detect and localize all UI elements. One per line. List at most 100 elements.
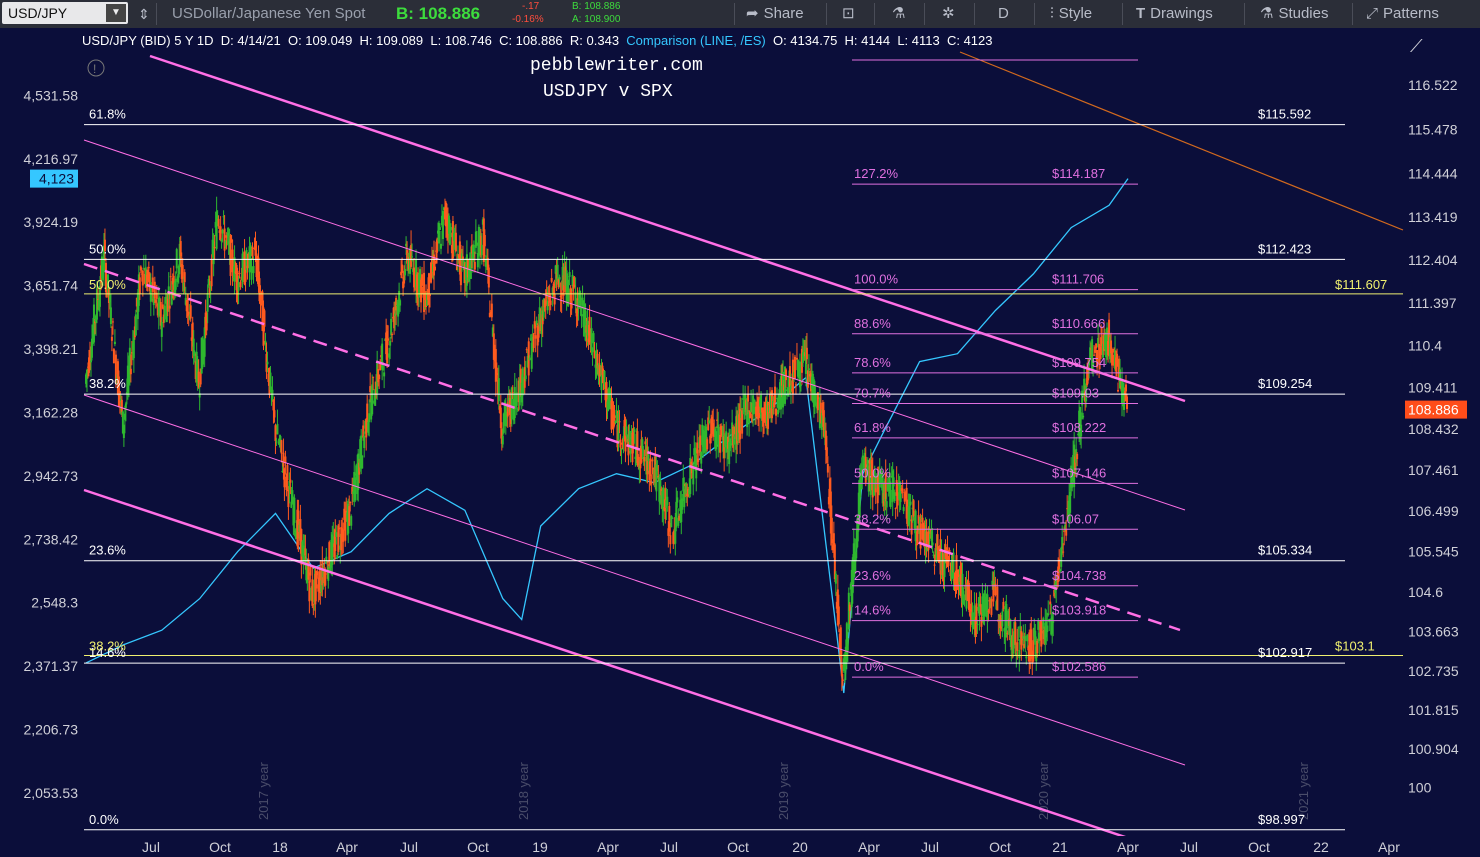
usdjpy-candle-body bbox=[697, 458, 700, 462]
usdjpy-candle-body bbox=[567, 288, 570, 302]
usdjpy-candle-body bbox=[383, 372, 386, 377]
usdjpy-candle-body bbox=[338, 527, 341, 530]
usdjpy-candle-body bbox=[793, 356, 796, 379]
left-axis-tick-label: 4,531.58 bbox=[24, 87, 79, 103]
usdjpy-candle-body bbox=[775, 408, 778, 416]
usdjpy-candle-body bbox=[441, 211, 444, 240]
chevron-down-icon[interactable]: ▼ bbox=[106, 4, 126, 22]
right-axis-tick-label: 101.815 bbox=[1408, 702, 1459, 718]
x-axis-tick-label: Jul bbox=[142, 839, 160, 855]
usdjpy-candle-body bbox=[354, 477, 357, 501]
usdjpy-candle-body bbox=[189, 305, 192, 319]
usdjpy-candle-body bbox=[163, 305, 166, 320]
link-icon[interactable]: ⇕ bbox=[138, 0, 150, 28]
right-axis-tick-label: 115.478 bbox=[1408, 121, 1458, 137]
chart-info-bar: USD/JPY (BID) 5 Y 1D D: 4/14/21 O: 109.0… bbox=[82, 32, 993, 50]
fib-pink-price-label: $102.586 bbox=[1052, 659, 1106, 674]
divider bbox=[924, 3, 925, 25]
x-axis-tick-label: 20 bbox=[792, 839, 808, 855]
usdjpy-candle-body bbox=[805, 347, 808, 360]
usdjpy-candle-body bbox=[111, 321, 114, 323]
usdjpy-candle-body bbox=[1125, 384, 1128, 392]
usdjpy-candle-body bbox=[1116, 353, 1119, 367]
info-open: O: 109.049 bbox=[287, 33, 353, 48]
usdjpy-candle-body bbox=[1052, 621, 1055, 623]
fib-white-price-label: $105.334 bbox=[1258, 543, 1312, 558]
x-axis-tick-label: 19 bbox=[532, 839, 548, 855]
gear-icon[interactable]: ✲ bbox=[942, 0, 955, 28]
usdjpy-candle-body bbox=[132, 337, 135, 359]
fib-pink-price-label: $108.222 bbox=[1052, 420, 1106, 435]
right-axis-tick-label: 116.522 bbox=[1408, 77, 1458, 93]
usdjpy-candle-body bbox=[141, 270, 144, 286]
right-axis-tick-label: 110.4 bbox=[1408, 337, 1442, 353]
usdjpy-candle-body bbox=[841, 679, 844, 681]
usdjpy-candle-body bbox=[885, 501, 888, 508]
usdjpy-candle-body bbox=[368, 413, 371, 423]
share-icon: ➦ bbox=[746, 5, 759, 22]
usdjpy-candle-body bbox=[990, 599, 993, 615]
drawings-button[interactable]: T Drawings bbox=[1136, 0, 1213, 28]
usdjpy-candle-body bbox=[109, 307, 112, 325]
usdjpy-candle-body bbox=[629, 450, 632, 454]
usdjpy-candle-body bbox=[1126, 396, 1129, 409]
usdjpy-candle-body bbox=[968, 589, 971, 613]
usdjpy-candle-body bbox=[112, 349, 115, 364]
usdjpy-candle-body bbox=[649, 458, 652, 476]
usdjpy-candle-body bbox=[1016, 642, 1019, 651]
usdjpy-candle-body bbox=[618, 421, 621, 423]
usdjpy-candle-body bbox=[421, 274, 424, 286]
usdjpy-candle-body bbox=[363, 435, 366, 449]
usdjpy-candle-body bbox=[153, 281, 156, 299]
x-axis-tick-label: Apr bbox=[597, 839, 619, 855]
flask-icon[interactable]: ⚗ bbox=[892, 0, 905, 28]
left-axis-current-label: 4,123 bbox=[39, 171, 74, 187]
usdjpy-candle-body bbox=[1046, 625, 1049, 633]
usdjpy-candle-body bbox=[221, 229, 224, 234]
left-axis-tick-label: 3,924.19 bbox=[24, 214, 79, 230]
share-button[interactable]: ➦ Share bbox=[746, 0, 804, 28]
usdjpy-candle-body bbox=[284, 456, 287, 463]
usdjpy-candle-body bbox=[181, 265, 184, 279]
right-axis-tick-label: 104.6 bbox=[1408, 584, 1443, 600]
usdjpy-candle-body bbox=[120, 399, 123, 412]
patterns-button[interactable]: ⤢ Patterns bbox=[1366, 0, 1439, 28]
usdjpy-candle-body bbox=[1024, 636, 1027, 641]
symbol-selector[interactable]: USD/JPY ▼ bbox=[2, 2, 128, 24]
usdjpy-candle-body bbox=[816, 392, 819, 411]
usdjpy-candle-body bbox=[534, 335, 537, 339]
studies-label: Studies bbox=[1278, 5, 1329, 22]
right-axis-tick-label: 100.904 bbox=[1408, 741, 1459, 757]
fib-white-price-label: $109.254 bbox=[1258, 376, 1312, 391]
studies-button[interactable]: ⚗ Studies bbox=[1260, 0, 1329, 28]
usdjpy-candle-body bbox=[834, 573, 837, 584]
annotation-site: pebblewriter.com bbox=[530, 56, 703, 76]
usdjpy-candle-body bbox=[1026, 634, 1029, 642]
left-axis-tick-label: 2,548.3 bbox=[31, 595, 78, 611]
flask-icon: ⚗ bbox=[1260, 5, 1274, 22]
usdjpy-candle-body bbox=[437, 230, 440, 244]
style-button[interactable]: ⫶ Style bbox=[1050, 0, 1092, 28]
usdjpy-candle-body bbox=[210, 258, 213, 287]
usdjpy-candle-body bbox=[309, 567, 312, 576]
usdjpy-candle-body bbox=[643, 457, 646, 462]
price-chart[interactable]: 2017 year 2018 year 2019 year 2020 year 2021… bbox=[0, 28, 1480, 857]
fib-pink-price-label: $103.918 bbox=[1052, 603, 1106, 618]
usdjpy-candle-body bbox=[625, 426, 628, 436]
usdjpy-candle-body bbox=[669, 535, 672, 545]
usdjpy-candle-body bbox=[244, 271, 247, 282]
usdjpy-candle-body bbox=[349, 501, 352, 503]
usdjpy-candle-body bbox=[899, 492, 902, 502]
x-axis-tick-label: Apr bbox=[858, 839, 880, 855]
cmp-low: L: 4113 bbox=[897, 33, 940, 48]
usdjpy-candle-body bbox=[650, 482, 653, 484]
chart-settings-icon[interactable]: ⊡ bbox=[842, 0, 855, 28]
usdjpy-candle-body bbox=[342, 529, 345, 542]
usdjpy-candle-body bbox=[1117, 389, 1120, 392]
usdjpy-candle-body bbox=[271, 389, 274, 401]
period-button[interactable]: D bbox=[998, 0, 1009, 28]
fib-yellow-price-label: $111.607 bbox=[1335, 277, 1387, 292]
usdjpy-candle-body bbox=[391, 334, 394, 336]
symbol-label: USD/JPY bbox=[8, 5, 68, 21]
usdjpy-candle-body bbox=[799, 385, 802, 387]
